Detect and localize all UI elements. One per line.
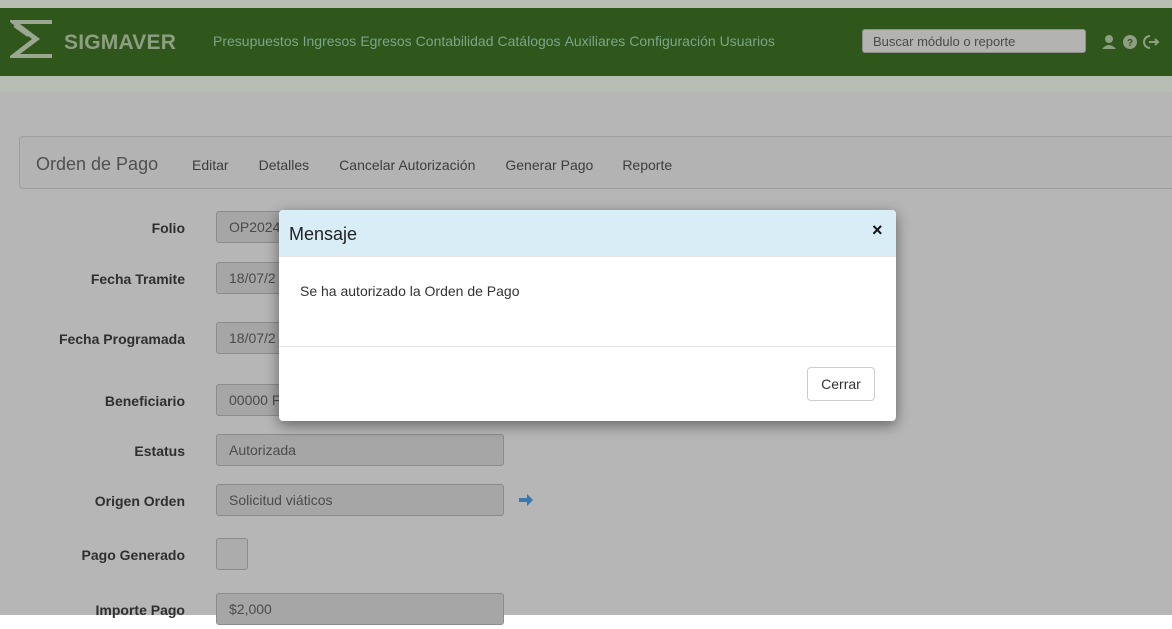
sigmaver-logo[interactable] xyxy=(6,14,56,64)
main-menu: Presupuestos Ingresos Egresos Contabilid… xyxy=(213,33,775,49)
editar-link[interactable]: Editar xyxy=(192,157,229,173)
pago-generado-label: Pago Generado xyxy=(81,547,185,563)
navbar-bar: SIGMAVER Presupuestos Ingresos Egresos C… xyxy=(0,8,1172,76)
close-icon[interactable]: × xyxy=(872,221,883,239)
origen-orden-row: Origen Orden Solicitud viáticos xyxy=(0,484,560,520)
sub-navigation: Orden de Pago Editar Detalles Cancelar A… xyxy=(19,136,1172,189)
app-name[interactable]: SIGMAVER xyxy=(64,31,176,55)
reporte-link[interactable]: Reporte xyxy=(622,157,672,173)
pago-generado-checkbox[interactable] xyxy=(216,538,248,570)
origen-orden-field: Solicitud viáticos xyxy=(216,484,504,516)
arrow-right-icon[interactable] xyxy=(518,493,534,507)
menu-auxiliares[interactable]: Auxiliares xyxy=(565,33,626,49)
detalles-link[interactable]: Detalles xyxy=(259,157,310,173)
menu-catalogos[interactable]: Catálogos xyxy=(498,33,561,49)
help-icon[interactable]: ? xyxy=(1121,33,1139,51)
origen-orden-label: Origen Orden xyxy=(94,493,185,509)
beneficiario-label: Beneficiario xyxy=(104,393,185,409)
message-modal: Mensaje × Se ha autorizado la Orden de P… xyxy=(279,210,896,421)
pago-generado-row: Pago Generado xyxy=(0,538,560,574)
menu-egresos[interactable]: Egresos xyxy=(360,33,411,49)
generar-pago-link[interactable]: Generar Pago xyxy=(505,157,593,173)
page-title: Orden de Pago xyxy=(36,154,159,174)
menu-presupuestos[interactable]: Presupuestos xyxy=(213,33,299,49)
fecha-programada-label: Fecha Programada xyxy=(58,331,185,347)
menu-ingresos[interactable]: Ingresos xyxy=(303,33,357,49)
importe-pago-field: $2,000 xyxy=(216,593,504,625)
modal-divider xyxy=(279,346,896,347)
menu-usuarios[interactable]: Usuarios xyxy=(720,33,775,49)
estatus-field: Autorizada xyxy=(216,434,504,466)
cerrar-button[interactable]: Cerrar xyxy=(807,367,875,401)
menu-contabilidad[interactable]: Contabilidad xyxy=(416,33,494,49)
cancelar-autorizacion-link[interactable]: Cancelar Autorización xyxy=(339,157,475,173)
modal-message: Se ha autorizado la Orden de Pago xyxy=(300,283,520,299)
estatus-row: Estatus Autorizada xyxy=(0,434,560,470)
estatus-label: Estatus xyxy=(134,443,185,459)
navbar-icons: ? xyxy=(1100,33,1160,51)
top-navbar: SIGMAVER Presupuestos Ingresos Egresos C… xyxy=(0,0,1172,92)
logout-icon[interactable] xyxy=(1142,33,1160,51)
menu-configuracion[interactable]: Configuración xyxy=(629,33,715,49)
modal-header: Mensaje × xyxy=(279,210,896,257)
fecha-tramite-label: Fecha Tramite xyxy=(90,271,185,287)
module-search-input[interactable] xyxy=(862,29,1086,53)
svg-text:?: ? xyxy=(1127,38,1133,49)
folio-label: Folio xyxy=(151,220,185,236)
importe-pago-label: Importe Pago xyxy=(95,602,185,618)
modal-title: Mensaje xyxy=(289,224,358,244)
user-icon[interactable] xyxy=(1100,33,1118,51)
importe-pago-row: Importe Pago $2,000 xyxy=(0,593,560,629)
action-links: Editar Detalles Cancelar Autorización Ge… xyxy=(192,157,672,173)
